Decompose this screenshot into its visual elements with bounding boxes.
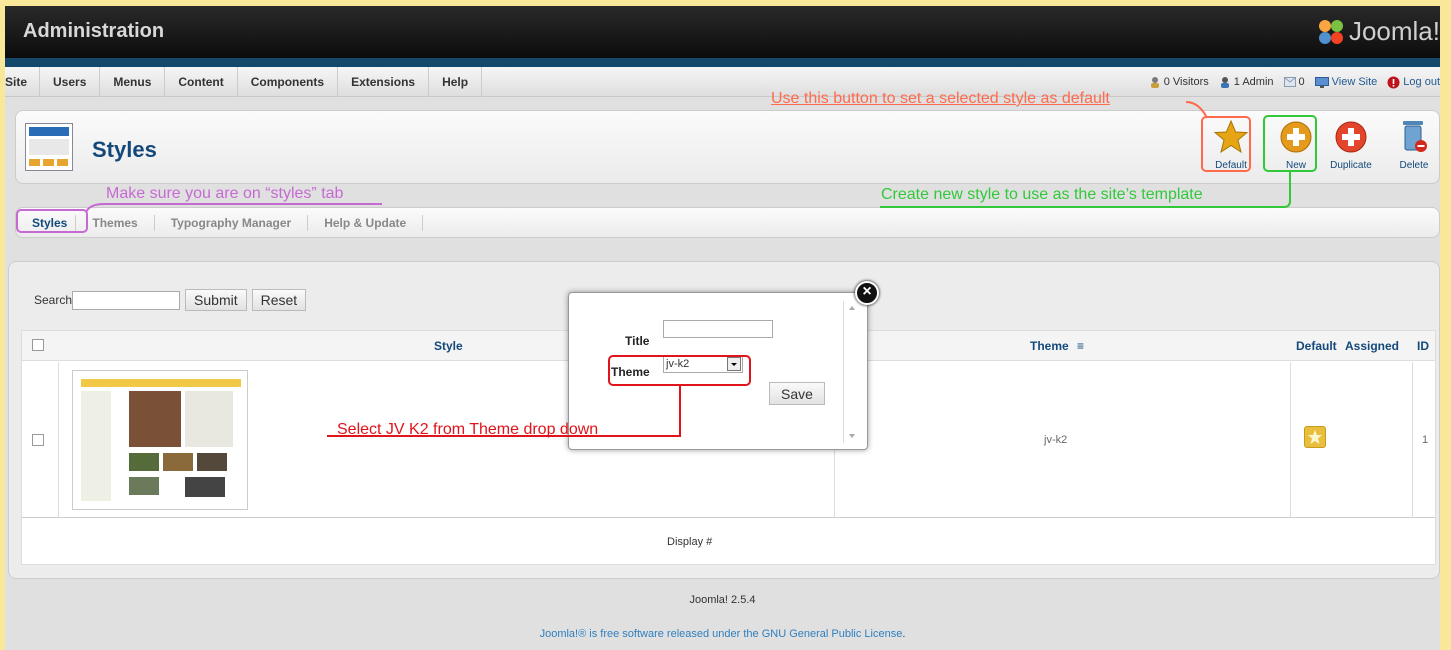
logout-icon bbox=[1387, 76, 1400, 88]
tab-help-update[interactable]: Help & Update bbox=[308, 214, 424, 231]
duplicate-button-label: Duplicate bbox=[1330, 160, 1372, 171]
reset-button[interactable]: Reset bbox=[251, 289, 307, 311]
joomla-link[interactable]: Joomla!® is free software released under… bbox=[540, 628, 759, 640]
row-theme: jv-k2 bbox=[1044, 434, 1068, 446]
visitors-icon bbox=[1150, 77, 1159, 88]
dialog-scrollbar[interactable] bbox=[843, 301, 859, 443]
admin-count: 1 Admin bbox=[1233, 76, 1274, 88]
logout-label[interactable]: Log out bbox=[1403, 76, 1440, 88]
duplicate-button[interactable]: Duplicate bbox=[1326, 117, 1376, 175]
joomla-logo-icon bbox=[1317, 18, 1345, 46]
column-assigned[interactable]: Assigned bbox=[1345, 339, 1399, 353]
trash-icon bbox=[1403, 121, 1427, 152]
admin-status: 1 Admin bbox=[1219, 76, 1274, 88]
gpl-link[interactable]: GNU General Public License bbox=[762, 628, 903, 640]
delete-button[interactable]: Delete bbox=[1389, 117, 1439, 175]
submit-button[interactable]: Submit bbox=[185, 289, 247, 311]
visitors-status: 0 Visitors bbox=[1149, 76, 1209, 88]
new-annotation-connector bbox=[880, 172, 1291, 208]
visitors-count: 0 Visitors bbox=[1163, 76, 1209, 88]
tab-themes[interactable]: Themes bbox=[76, 214, 155, 231]
styles-tab-annotation-connector bbox=[85, 203, 382, 213]
sort-icon: ≡ bbox=[1077, 339, 1085, 353]
styles-page-icon bbox=[25, 123, 73, 171]
menu-site[interactable]: Site bbox=[5, 67, 41, 97]
main-menu-bar: Site Users Menus Content Components Exte… bbox=[5, 67, 1440, 97]
messages-count: 0 bbox=[1298, 76, 1305, 88]
scroll-down-icon bbox=[849, 434, 855, 438]
default-button-highlight bbox=[1201, 116, 1251, 172]
row-id: 1 bbox=[1422, 434, 1429, 446]
title-label: Title bbox=[625, 334, 650, 348]
theme-select-highlight bbox=[608, 355, 751, 386]
column-id[interactable]: ID bbox=[1417, 339, 1429, 353]
header-accent-band bbox=[5, 58, 1440, 67]
column-style[interactable]: Style bbox=[434, 339, 463, 353]
header-title: Administration bbox=[23, 20, 165, 42]
menu-users[interactable]: Users bbox=[40, 67, 101, 97]
page-title: Styles bbox=[92, 137, 157, 162]
title-input[interactable] bbox=[663, 320, 773, 338]
monitor-icon bbox=[1314, 76, 1329, 88]
default-annotation: Use this button to set a selected style … bbox=[771, 90, 1110, 107]
row-checkbox[interactable] bbox=[32, 434, 44, 446]
delete-button-label: Delete bbox=[1399, 160, 1429, 171]
select-all-checkbox[interactable] bbox=[32, 339, 44, 351]
styles-tab-highlight bbox=[16, 209, 88, 233]
menu-extensions[interactable]: Extensions bbox=[338, 67, 430, 97]
display-number-label: Display # bbox=[667, 536, 713, 548]
save-button[interactable]: Save bbox=[769, 382, 825, 405]
search-input[interactable] bbox=[72, 290, 181, 310]
column-theme[interactable]: Theme bbox=[1030, 339, 1069, 353]
search-label: Search bbox=[34, 293, 73, 307]
view-site-link[interactable]: View Site bbox=[1314, 76, 1378, 88]
menu-menus[interactable]: Menus bbox=[100, 67, 166, 97]
joomla-logo-text: Joomla! bbox=[1348, 16, 1440, 46]
column-default[interactable]: Default bbox=[1296, 339, 1337, 353]
header-bar: Administration Joomla! bbox=[5, 6, 1440, 58]
default-star-icon[interactable] bbox=[1304, 426, 1326, 448]
envelope-icon bbox=[1283, 77, 1296, 87]
scroll-up-icon bbox=[849, 306, 855, 310]
new-button-highlight bbox=[1263, 115, 1317, 172]
search-row: Search Submit Reset bbox=[34, 289, 311, 311]
logout-link[interactable]: Log out bbox=[1387, 76, 1440, 89]
messages-status[interactable]: 0 bbox=[1283, 76, 1305, 88]
status-bar: 0 Visitors 1 Admin 0 View Site Log out bbox=[1139, 67, 1440, 97]
joomla-logo: Joomla! bbox=[1317, 16, 1440, 47]
view-site-label[interactable]: View Site bbox=[1332, 76, 1378, 88]
admin-icon bbox=[1220, 77, 1229, 88]
theme-annotation-connector bbox=[327, 386, 681, 437]
style-thumbnail[interactable] bbox=[72, 370, 248, 510]
footer-license: Joomla!® is free software released under… bbox=[539, 628, 906, 640]
menu-content[interactable]: Content bbox=[165, 67, 238, 97]
menu-help[interactable]: Help bbox=[429, 67, 483, 97]
close-icon[interactable]: × bbox=[855, 281, 879, 305]
menu-components[interactable]: Components bbox=[238, 67, 339, 97]
tab-typography-manager[interactable]: Typography Manager bbox=[155, 214, 309, 231]
duplicate-icon bbox=[1335, 121, 1367, 153]
footer-version: Joomla! 2.5.4 bbox=[689, 594, 756, 606]
